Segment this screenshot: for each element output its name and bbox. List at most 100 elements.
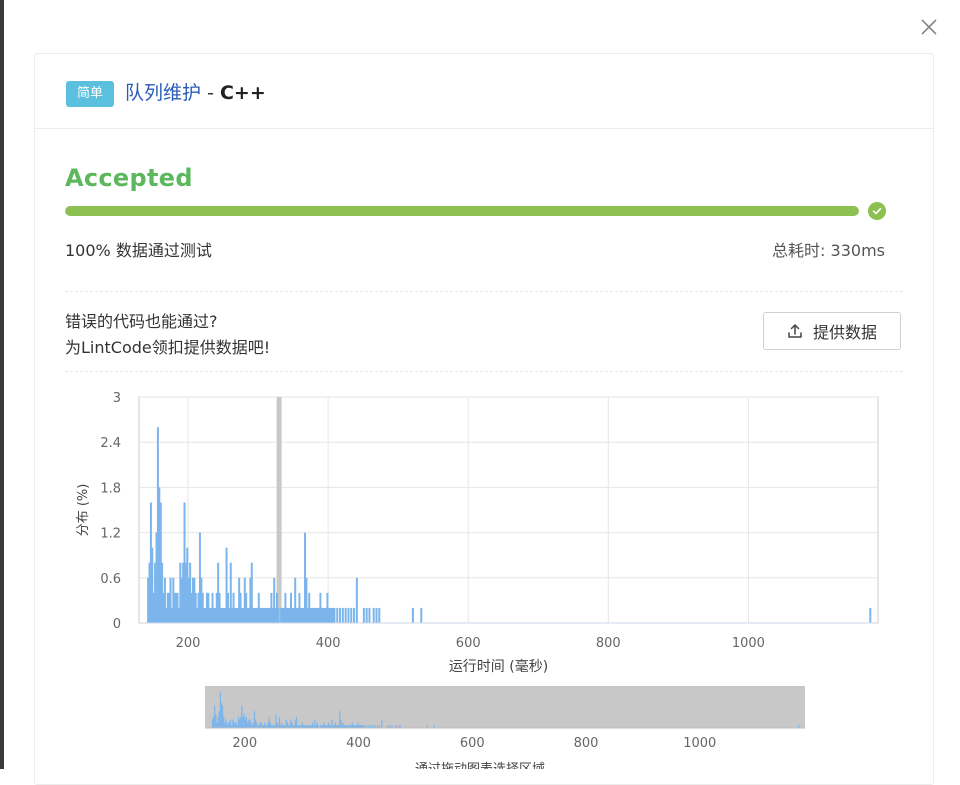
distribution-bar (362, 607, 365, 623)
x-tick-label: 800 (596, 636, 621, 651)
check-icon (868, 202, 886, 220)
selector-bar (235, 722, 237, 728)
selector-bar (281, 722, 283, 728)
selector-bar (357, 722, 359, 728)
title-separator: - (207, 82, 214, 104)
range-selector[interactable]: 200 400 600 800 1000 通过拖动图表选择区域 (200, 683, 820, 769)
x-tick-label: 600 (456, 636, 481, 651)
distribution-bar (368, 607, 371, 623)
problem-title-line: 队列维护 - C++ (125, 79, 266, 107)
selector-bar (295, 716, 298, 728)
distribution-bar (378, 607, 381, 623)
x-tick-label: 400 (316, 636, 341, 651)
selector-bar (259, 722, 261, 728)
selector-tick-label: 400 (346, 736, 371, 751)
distribution-bar (344, 607, 347, 623)
contribute-prompt-line2: 为LintCode领扣提供数据吧! (65, 338, 271, 357)
x-axis-title: 运行时间 (毫秒) (449, 658, 548, 675)
selector-bar (242, 716, 244, 728)
close-button[interactable] (916, 14, 942, 40)
selector-bar (340, 719, 342, 728)
distribution-bar (869, 607, 872, 623)
selector-bar (331, 719, 333, 728)
selector-bar (268, 716, 270, 728)
selector-bar (256, 722, 258, 728)
selector-bar (241, 705, 243, 728)
selector-caption: 通过拖动图表选择区域 (415, 762, 545, 769)
selector-bar (249, 719, 251, 728)
selector-bar (250, 722, 252, 728)
language-label: C++ (219, 82, 266, 104)
distribution-bar (375, 607, 378, 623)
selector-bar (214, 705, 216, 728)
selector-bar (294, 719, 297, 728)
selector-bar (229, 719, 232, 728)
selector-bar (255, 719, 257, 728)
window-edge (0, 0, 4, 769)
selector-bar (212, 716, 215, 728)
upload-icon (788, 324, 802, 338)
selector-bar (327, 722, 330, 728)
selector-bar (275, 714, 277, 728)
current-runtime-marker (276, 397, 282, 623)
distribution-bar (353, 607, 356, 623)
selector-bar (232, 719, 234, 728)
test-progress-fill (65, 206, 859, 216)
selector-bar (227, 722, 229, 728)
contribute-prompt-line1: 错误的代码也能通过? (65, 312, 218, 331)
selector-tick-label: 200 (232, 736, 257, 751)
selector-bar (314, 719, 316, 728)
y-tick-label: 1.8 (100, 481, 121, 496)
selector-bar (237, 716, 240, 728)
selector-bar (323, 722, 325, 728)
close-icon (921, 19, 937, 35)
runtime-distribution-chart[interactable]: 0 0.6 1.2 1.8 2.4 3 200 400 600 800 1000 运行时间 (毫秒) 分… (60, 385, 900, 680)
selector-tick-label: 800 (574, 736, 599, 751)
difficulty-badge: 简单 (66, 81, 115, 107)
distribution-bar (411, 607, 414, 623)
selector-bar (301, 722, 303, 728)
selector-bar (285, 719, 287, 728)
selector-bar (222, 705, 224, 728)
selector-bar (233, 722, 235, 728)
selector-bar (276, 722, 278, 728)
divider (65, 371, 903, 372)
pass-rate-text: 100% 数据通过测试 (65, 241, 212, 260)
distribution-bar (347, 607, 350, 623)
distribution-bar (333, 607, 336, 623)
distribution-bar (365, 607, 368, 623)
selector-bar (234, 722, 236, 728)
selector-bar (225, 719, 227, 728)
distribution-bar (355, 577, 358, 623)
selector-bar (311, 722, 314, 728)
selector-bar (252, 722, 254, 728)
selector-bar (217, 716, 219, 728)
selector-bar (219, 691, 221, 728)
selector-bar (278, 716, 281, 728)
selector-bar (243, 714, 245, 728)
selector-tick-label: 600 (460, 736, 485, 751)
y-axis-title: 分布 (%) (76, 484, 91, 537)
x-tick-label: 1000 (732, 636, 765, 651)
selector-bar (334, 722, 336, 728)
distribution-bar (339, 607, 342, 623)
y-tick-label: 3 (113, 391, 121, 406)
selector-bar (239, 719, 241, 728)
selector-bar (223, 716, 225, 728)
selector-bar (291, 722, 293, 728)
distribution-bar (372, 607, 375, 623)
provide-data-button-label: 提供数据 (812, 323, 877, 342)
problem-title-link[interactable]: 队列维护 (125, 82, 201, 104)
selector-bar (267, 722, 269, 728)
selector-bar (224, 722, 226, 728)
selector-bar (220, 702, 223, 728)
y-tick-label: 2.4 (100, 436, 121, 451)
test-progress-bar (65, 206, 859, 216)
selector-bar (216, 722, 218, 728)
total-time-text: 总耗时: 330ms (772, 241, 885, 260)
y-tick-label: 1.2 (100, 527, 121, 542)
selector-tick-label: 1000 (683, 736, 716, 751)
selector-bar (247, 722, 249, 728)
provide-data-button[interactable]: 提供数据 (763, 312, 901, 350)
selector-bar (316, 722, 318, 728)
